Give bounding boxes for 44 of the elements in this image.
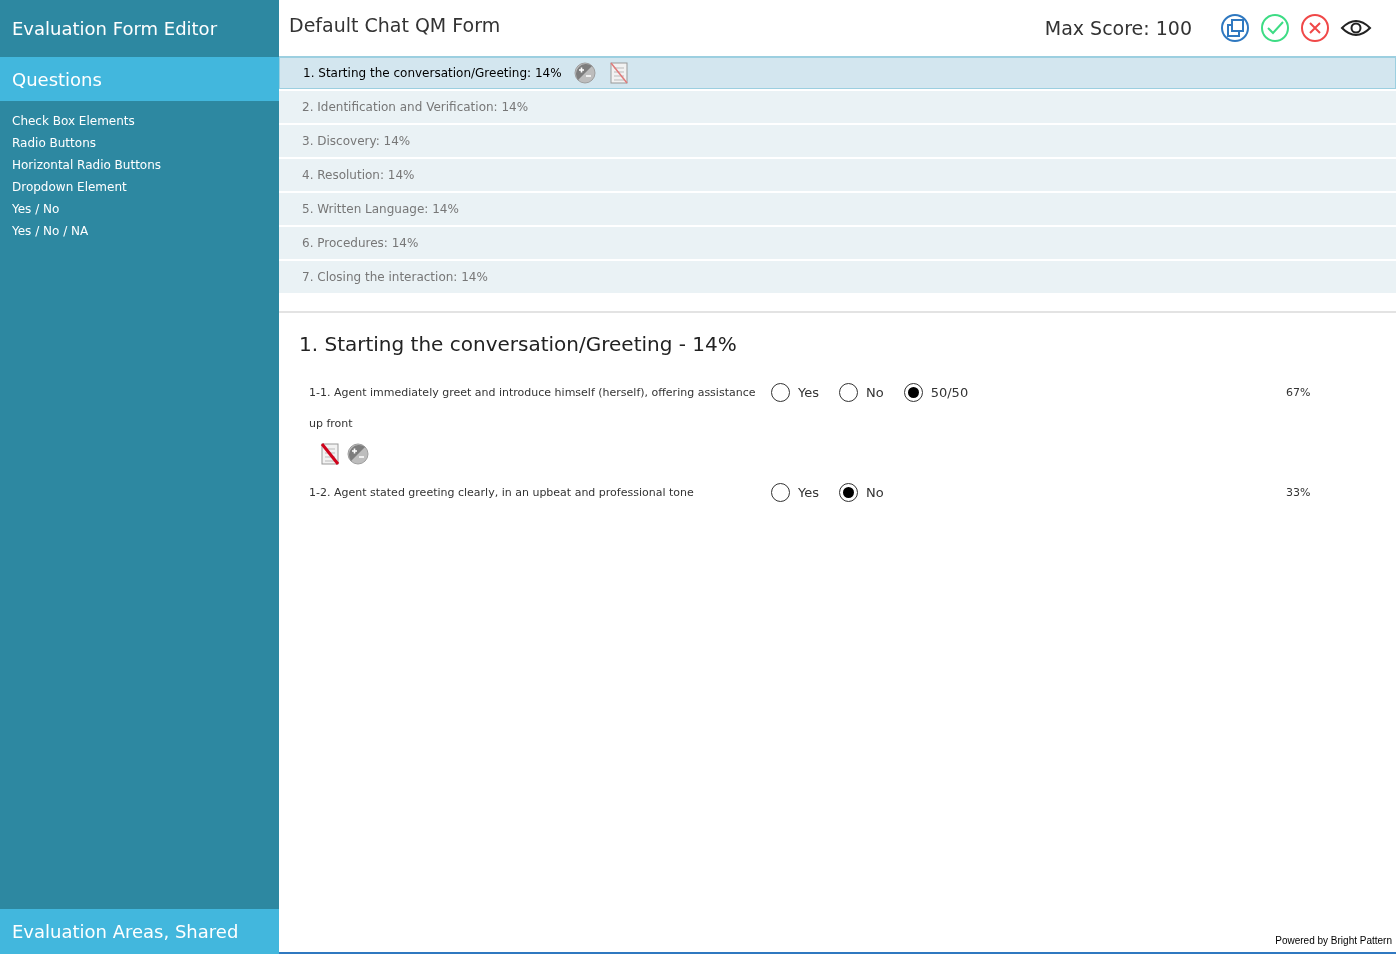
section-row[interactable]: 5. Written Language: 14% [279, 193, 1396, 225]
question-type-item[interactable]: Yes / No / NA [12, 223, 267, 240]
question-text: 1-1. Agent immediately greet and introduce himself (herself), offering assistance up front [309, 385, 757, 432]
question-percent: 67% [1286, 385, 1311, 401]
radio-option[interactable]: No [839, 382, 884, 403]
section-label: 4. Resolution: 14% [302, 167, 415, 184]
powered-by-text: Powered by Bright Pattern [1275, 934, 1392, 948]
note-icon[interactable] [607, 62, 630, 84]
copy-icon[interactable] [1220, 13, 1250, 43]
plus-minus-icon[interactable] [347, 443, 369, 465]
form-title: Default Chat QM Form [289, 13, 502, 39]
radio-option[interactable]: Yes [771, 382, 819, 403]
section-label: 5. Written Language: 14% [302, 201, 459, 218]
section-row[interactable]: 7. Closing the interaction: 14% [279, 261, 1396, 293]
section-row[interactable]: 6. Procedures: 14% [279, 227, 1396, 259]
section-label: 3. Discovery: 14% [302, 133, 411, 150]
question-type-item[interactable]: Radio Buttons [12, 135, 267, 152]
note-icon[interactable] [319, 443, 341, 465]
section-heading: 1. Starting the conversation/Greeting - 14% [299, 331, 738, 358]
section-label: 7. Closing the interaction: 14% [302, 269, 488, 286]
section-row[interactable]: 2. Identification and Verification: 14% [279, 91, 1396, 123]
section-row[interactable]: 3. Discovery: 14% [279, 125, 1396, 157]
max-score: Max Score: 100 [1044, 15, 1192, 41]
question-type-item[interactable]: Yes / No [12, 201, 267, 218]
question-type-item[interactable]: Horizontal Radio Buttons [12, 157, 267, 174]
plus-minus-icon[interactable] [573, 62, 596, 84]
app-title: Evaluation Form Editor [11, 17, 219, 41]
eye-icon[interactable] [1340, 18, 1372, 38]
section-row[interactable]: 4. Resolution: 14% [279, 159, 1396, 191]
radio-option[interactable]: 50/50 [903, 382, 969, 403]
question-type-item[interactable]: Dropdown Element [12, 179, 267, 196]
section-label: 1. Starting the conversation/Greeting: 14% [303, 65, 562, 82]
close-icon[interactable] [1300, 13, 1330, 43]
evaluation-areas-bar[interactable]: Evaluation Areas, Shared [0, 909, 279, 954]
section-row[interactable]: 1. Starting the conversation/Greeting: 14% [279, 57, 1396, 89]
question-type-item[interactable]: Check Box Elements [12, 113, 267, 130]
questions-panel-header: Questions [0, 57, 279, 101]
section-label: 2. Identification and Verification: 14% [302, 99, 529, 116]
checkmark-icon[interactable] [1260, 13, 1290, 43]
question-text: 1-2. Agent stated greeting clearly, in an upbeat and professional tone [309, 485, 695, 501]
radio-option[interactable]: Yes [771, 482, 819, 503]
question-percent: 33% [1286, 485, 1311, 501]
section-label: 6. Procedures: 14% [302, 235, 419, 252]
radio-option[interactable]: No [839, 482, 884, 503]
